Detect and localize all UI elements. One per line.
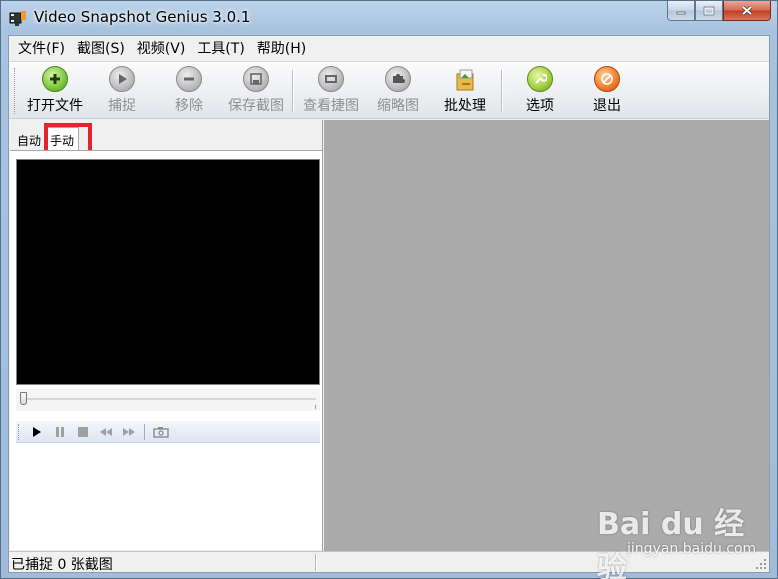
fast-forward-button[interactable] bbox=[117, 423, 140, 441]
client-area: 文件(F) 截图(S) 视频(V) 工具(T) 帮助(H) 打开文件 捕捉 移除… bbox=[8, 35, 770, 573]
seek-thumb[interactable] bbox=[20, 392, 27, 405]
thumbnails-label: 缩略图 bbox=[377, 98, 419, 114]
capture-button[interactable]: 捕捉 bbox=[89, 66, 155, 116]
thumbnails-button[interactable]: 缩略图 bbox=[365, 66, 431, 116]
toolbar-separator-2 bbox=[501, 70, 503, 112]
view-shots-label: 查看捷图 bbox=[303, 98, 359, 114]
save-shots-button[interactable]: 保存截图 bbox=[223, 66, 289, 116]
close-button[interactable] bbox=[723, 1, 771, 21]
playback-controls bbox=[16, 421, 320, 443]
menu-file[interactable]: 文件(F) bbox=[13, 36, 70, 60]
capture-label: 捕捉 bbox=[108, 98, 136, 114]
pause-button[interactable] bbox=[48, 423, 71, 441]
rewind-button[interactable] bbox=[94, 423, 117, 441]
close-icon bbox=[741, 5, 753, 16]
menu-video[interactable]: 视频(V) bbox=[132, 36, 191, 60]
toolbar-separator bbox=[292, 70, 294, 112]
pause-icon bbox=[55, 426, 64, 437]
menu-help[interactable]: 帮助(H) bbox=[252, 36, 311, 60]
remove-label: 移除 bbox=[175, 98, 203, 114]
seek-slider[interactable] bbox=[16, 389, 320, 411]
seek-end-tick bbox=[315, 405, 316, 409]
window-title: Video Snapshot Genius 3.0.1 bbox=[34, 8, 251, 26]
minimize-button[interactable] bbox=[667, 1, 695, 21]
caption-buttons bbox=[667, 1, 771, 21]
toolbar: 打开文件 捕捉 移除 保存截图 查看捷图 缩略图 批处理 选项 退出 bbox=[9, 61, 769, 119]
film-icon bbox=[318, 66, 344, 92]
snapshot-button[interactable] bbox=[149, 423, 172, 441]
puzzle-icon bbox=[385, 66, 411, 92]
play-icon-small bbox=[32, 426, 41, 437]
open-file-label: 打开文件 bbox=[27, 98, 83, 114]
left-pane: 自动 手动 bbox=[9, 120, 323, 551]
minus-icon bbox=[176, 66, 202, 92]
watermark-logo: Bai du 经验 bbox=[597, 507, 745, 579]
exit-label: 退出 bbox=[593, 98, 621, 114]
batch-icon bbox=[452, 66, 478, 92]
menu-bar: 文件(F) 截图(S) 视频(V) 工具(T) 帮助(H) bbox=[9, 36, 769, 60]
stop-button[interactable] bbox=[71, 423, 94, 441]
open-file-button[interactable]: 打开文件 bbox=[22, 66, 88, 116]
app-window: Video Snapshot Genius 3.0.1 文件(F) 截图(S) … bbox=[0, 0, 778, 579]
snapshot-list-pane[interactable] bbox=[324, 120, 769, 551]
floppy-icon bbox=[243, 66, 269, 92]
fast-forward-icon bbox=[122, 427, 135, 436]
plus-icon bbox=[42, 66, 68, 92]
app-icon bbox=[9, 11, 26, 26]
watermark-url: jingyan.baidu.com bbox=[627, 541, 757, 557]
save-shots-label: 保存截图 bbox=[228, 98, 284, 114]
view-shots-button[interactable]: 查看捷图 bbox=[298, 66, 364, 116]
options-button[interactable]: 选项 bbox=[507, 66, 573, 116]
play-icon bbox=[109, 66, 135, 92]
baidu-watermark: Bai du 经验 jingyan.baidu.com bbox=[597, 499, 767, 579]
menu-tools[interactable]: 工具(T) bbox=[192, 36, 249, 60]
options-label: 选项 bbox=[526, 98, 554, 114]
maximize-button[interactable] bbox=[695, 1, 723, 21]
controls-separator bbox=[144, 423, 145, 440]
toolbar-grip[interactable] bbox=[14, 68, 17, 114]
camera-icon bbox=[152, 426, 169, 438]
minimize-icon bbox=[676, 11, 686, 14]
status-text: 已捕捉 0 张截图 bbox=[11, 557, 113, 573]
controls-grip[interactable] bbox=[18, 423, 21, 440]
rewind-icon bbox=[99, 427, 112, 436]
stop-icon bbox=[77, 426, 88, 437]
manual-tab-panel bbox=[10, 150, 322, 550]
video-preview[interactable] bbox=[16, 159, 320, 385]
batch-button[interactable]: 批处理 bbox=[432, 66, 498, 116]
tab-auto[interactable]: 自动 bbox=[13, 128, 45, 150]
no-entry-icon bbox=[594, 66, 620, 92]
status-separator bbox=[315, 554, 317, 571]
title-bar[interactable]: Video Snapshot Genius 3.0.1 bbox=[1, 1, 777, 35]
play-button[interactable] bbox=[25, 423, 48, 441]
wrench-icon bbox=[527, 66, 553, 92]
remove-button[interactable]: 移除 bbox=[156, 66, 222, 116]
maximize-icon bbox=[703, 6, 715, 15]
menu-snapshot[interactable]: 截图(S) bbox=[72, 36, 130, 60]
batch-label: 批处理 bbox=[444, 98, 486, 114]
exit-button[interactable]: 退出 bbox=[574, 66, 640, 116]
seek-track bbox=[20, 398, 316, 400]
